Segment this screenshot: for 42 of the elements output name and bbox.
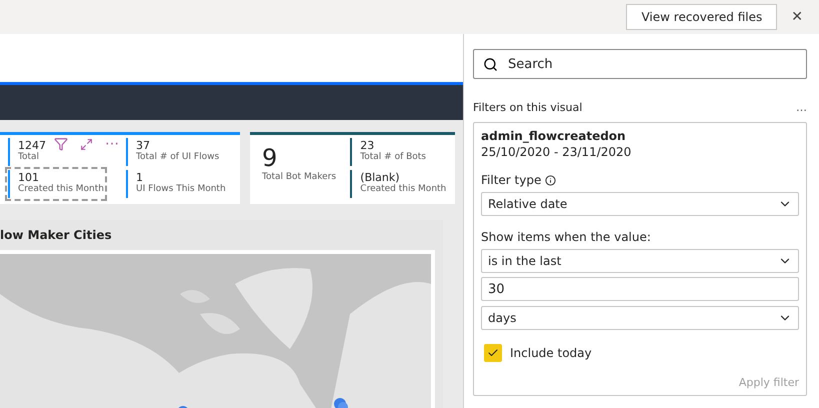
kpi-label: Created this Month bbox=[360, 184, 446, 194]
kpi-label: Total # of UI Flows bbox=[136, 152, 220, 162]
filter-field-name: admin_flowcreatedon bbox=[481, 129, 627, 143]
amount-input[interactable]: 30 bbox=[481, 277, 799, 301]
kpi-label: Total bbox=[18, 152, 40, 162]
more-options-button[interactable]: … bbox=[796, 101, 807, 114]
kpi-tile[interactable]: 37 Total # of UI Flows bbox=[126, 138, 220, 166]
checkmark-icon bbox=[487, 347, 499, 359]
filter-icon[interactable] bbox=[54, 137, 68, 151]
kpi-label: UI Flows This Month bbox=[136, 184, 226, 194]
kpi-big-value: 9 bbox=[262, 144, 278, 172]
kpi-value: (Blank) bbox=[360, 171, 401, 184]
checkbox[interactable] bbox=[484, 344, 502, 362]
kpi-tile[interactable]: 1247 Total bbox=[8, 138, 46, 166]
kpi-tile[interactable]: 23 Total # of Bots bbox=[350, 138, 426, 166]
kpi-value: 1 bbox=[136, 171, 144, 184]
kpi-tile[interactable]: 101 Created this Month bbox=[8, 170, 104, 198]
close-button[interactable]: ✕ bbox=[785, 5, 809, 29]
map-title: low Maker Cities bbox=[0, 227, 113, 244]
kpi-label: Total # of Bots bbox=[360, 152, 426, 162]
view-recovered-files-button[interactable]: View recovered files bbox=[626, 4, 778, 30]
operator-dropdown[interactable]: is in the last bbox=[481, 249, 799, 273]
unit-dropdown[interactable]: days bbox=[481, 306, 799, 330]
condition-label: Show items when the value: bbox=[481, 230, 651, 244]
kpi-value: 37 bbox=[136, 139, 151, 152]
more-options-button[interactable]: ⋯ bbox=[105, 136, 119, 152]
kpi-value: 101 bbox=[18, 171, 40, 184]
search-icon bbox=[483, 57, 498, 72]
checkbox-label: Include today bbox=[510, 346, 592, 360]
filter-type-dropdown[interactable]: Relative date bbox=[481, 192, 799, 216]
kpi-tile[interactable]: 1 UI Flows This Month bbox=[126, 170, 226, 198]
kpi-value: 23 bbox=[360, 139, 376, 152]
kpi-label: Created this Month bbox=[18, 184, 104, 194]
kpi-value: 1247 bbox=[18, 139, 46, 152]
section-title: Filters on this visual bbox=[473, 101, 582, 114]
kpi-label: Total Bot Makers bbox=[262, 172, 338, 182]
filter-type-label: Filter type bbox=[481, 173, 542, 187]
filter-range: 25/10/2020 - 23/11/2020 bbox=[481, 145, 632, 159]
info-icon[interactable] bbox=[545, 174, 556, 186]
focus-mode-icon[interactable] bbox=[80, 138, 93, 150]
search-field[interactable]: Search bbox=[473, 49, 807, 79]
kpi-tile[interactable]: (Blank) Created this Month bbox=[350, 170, 446, 198]
